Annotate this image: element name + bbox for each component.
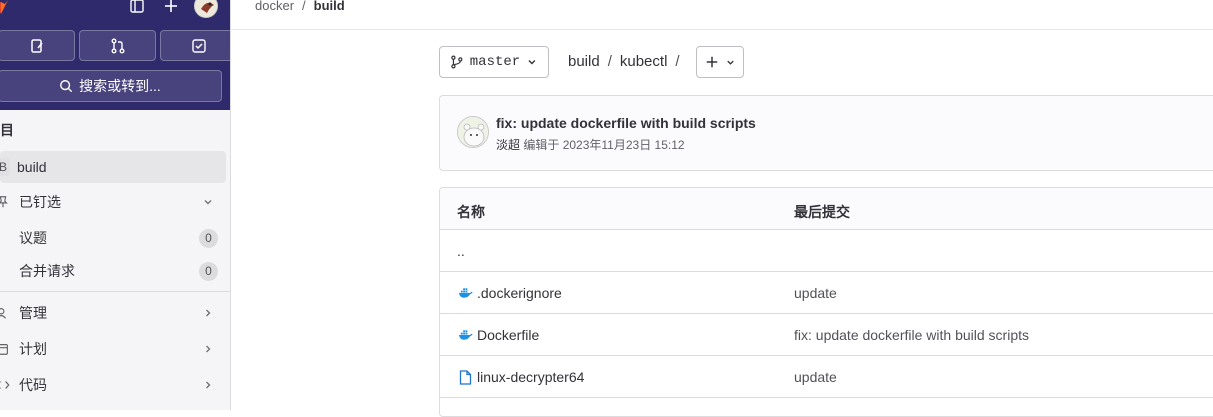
commit-edited-time: 编辑于 2023年11月23日 15:12 bbox=[523, 138, 685, 152]
sidebar-item-label: 代码 bbox=[19, 377, 47, 393]
sidebar-item-label: build bbox=[17, 159, 47, 175]
search-icon bbox=[60, 80, 73, 93]
breadcrumb-current[interactable]: build bbox=[314, 0, 345, 13]
table-header: 名称 最后提交 bbox=[440, 188, 1213, 230]
branch-name: master bbox=[469, 54, 521, 70]
docker-icon bbox=[457, 285, 473, 301]
project-avatar: B bbox=[0, 158, 10, 176]
path-separator: / bbox=[675, 53, 680, 70]
merge-request-icon bbox=[111, 38, 124, 53]
sidebar-item-code[interactable]: 代码 bbox=[0, 369, 226, 401]
file-icon bbox=[457, 369, 473, 385]
sidebar-item-plan[interactable]: 计划 bbox=[0, 333, 226, 365]
branch-icon bbox=[451, 55, 463, 69]
sidebar-item-label: 议题 bbox=[19, 230, 47, 246]
file-last-commit-link[interactable]: update bbox=[794, 272, 837, 314]
sidebar-item-label: 管理 bbox=[19, 305, 47, 321]
user-avatar[interactable] bbox=[194, 0, 218, 18]
sidebar-item-manage[interactable]: 管理 bbox=[0, 297, 226, 329]
column-header-name: 名称 bbox=[457, 204, 485, 220]
path-separator: / bbox=[607, 53, 612, 70]
add-to-tree-button[interactable] bbox=[696, 46, 744, 78]
commit-author-link[interactable]: 淡超 bbox=[496, 138, 520, 152]
todos-quick-button[interactable] bbox=[160, 30, 230, 61]
path-segment-build[interactable]: build bbox=[568, 53, 600, 70]
sidebar-item-label: 已钉选 bbox=[19, 194, 61, 210]
plus-icon bbox=[706, 56, 717, 68]
pin-icon bbox=[0, 195, 12, 209]
search-label: 搜索或转到... bbox=[79, 78, 161, 94]
count-badge: 0 bbox=[199, 228, 218, 248]
count-badge: 0 bbox=[199, 261, 218, 281]
merge-requests-quick-button[interactable] bbox=[79, 30, 156, 61]
chevron-down-icon bbox=[528, 60, 536, 65]
chevron-right-icon bbox=[200, 343, 216, 355]
chevron-right-icon bbox=[200, 379, 216, 391]
sidebar-item-project[interactable]: B build bbox=[0, 151, 226, 183]
commit-meta: 淡超 编辑于 2023年11月23日 15:12 bbox=[496, 136, 685, 153]
chevron-right-icon bbox=[200, 307, 216, 319]
sidebar-item-pinned-merge-requests[interactable]: 合并请求 0 bbox=[0, 255, 226, 287]
file-last-commit-link[interactable]: fix: update dockerfile with build script… bbox=[794, 314, 1029, 356]
file-name-link[interactable]: .dockerignore bbox=[477, 285, 562, 301]
sidebar-item-pinned-issues[interactable]: 议题 0 bbox=[0, 222, 226, 254]
todo-icon bbox=[191, 38, 206, 53]
plus-icon[interactable] bbox=[160, 0, 182, 17]
sidebar: 搜索或转到... 目 B build 已钉选 议题 0 合并请求 0 管理 bbox=[0, 0, 231, 410]
file-name-link[interactable]: linux-decrypter64 bbox=[477, 369, 584, 385]
sidebar-divider bbox=[0, 291, 230, 292]
manage-icon bbox=[0, 306, 12, 320]
branch-selector-button[interactable]: master bbox=[439, 46, 549, 78]
file-tree-table: 名称 最后提交 .. .dockerignore update Dockerfi… bbox=[439, 187, 1213, 417]
table-row: Dockerfile fix: update dockerfile with b… bbox=[440, 314, 1213, 356]
plan-icon bbox=[0, 342, 12, 356]
docker-icon bbox=[457, 327, 473, 343]
sidebar-toggle-icon[interactable] bbox=[126, 0, 148, 17]
table-row-parent-dir[interactable]: .. bbox=[440, 230, 1213, 272]
last-commit-panel: fix: update dockerfile with build script… bbox=[439, 95, 1213, 171]
sidebar-item-label: 计划 bbox=[19, 341, 47, 357]
file-name-link[interactable]: Dockerfile bbox=[477, 327, 539, 343]
header-divider bbox=[231, 29, 1213, 30]
commit-title-link[interactable]: fix: update dockerfile with build script… bbox=[496, 115, 756, 131]
column-header-last-commit: 最后提交 bbox=[794, 204, 850, 220]
code-icon bbox=[0, 378, 12, 392]
sidebar-item-label: 合并请求 bbox=[19, 263, 75, 279]
breadcrumb-parent-link[interactable]: docker bbox=[255, 0, 294, 13]
parent-dir-link[interactable]: .. bbox=[457, 230, 465, 272]
path-segment-kubectl[interactable]: kubectl bbox=[620, 53, 668, 70]
file-last-commit-link[interactable]: update bbox=[794, 356, 837, 398]
sidebar-header: 搜索或转到... bbox=[0, 0, 230, 110]
table-row: .dockerignore update bbox=[440, 272, 1213, 314]
chevron-down-icon bbox=[726, 60, 734, 65]
issues-icon bbox=[30, 38, 43, 53]
gitlab-logo-icon[interactable] bbox=[0, 0, 10, 16]
search-button[interactable]: 搜索或转到... bbox=[0, 70, 222, 102]
breadcrumb-separator: / bbox=[302, 0, 306, 13]
sidebar-item-pinned[interactable]: 已钉选 bbox=[0, 186, 226, 218]
repo-path-breadcrumb: build / kubectl / bbox=[568, 53, 680, 70]
sidebar-section-heading: 目 bbox=[0, 122, 14, 138]
commit-author-avatar[interactable] bbox=[457, 116, 489, 148]
chevron-down-icon bbox=[200, 196, 216, 208]
issues-quick-button[interactable] bbox=[0, 30, 75, 61]
table-row: linux-decrypter64 update bbox=[440, 356, 1213, 398]
breadcrumb: docker / build bbox=[255, 0, 345, 13]
